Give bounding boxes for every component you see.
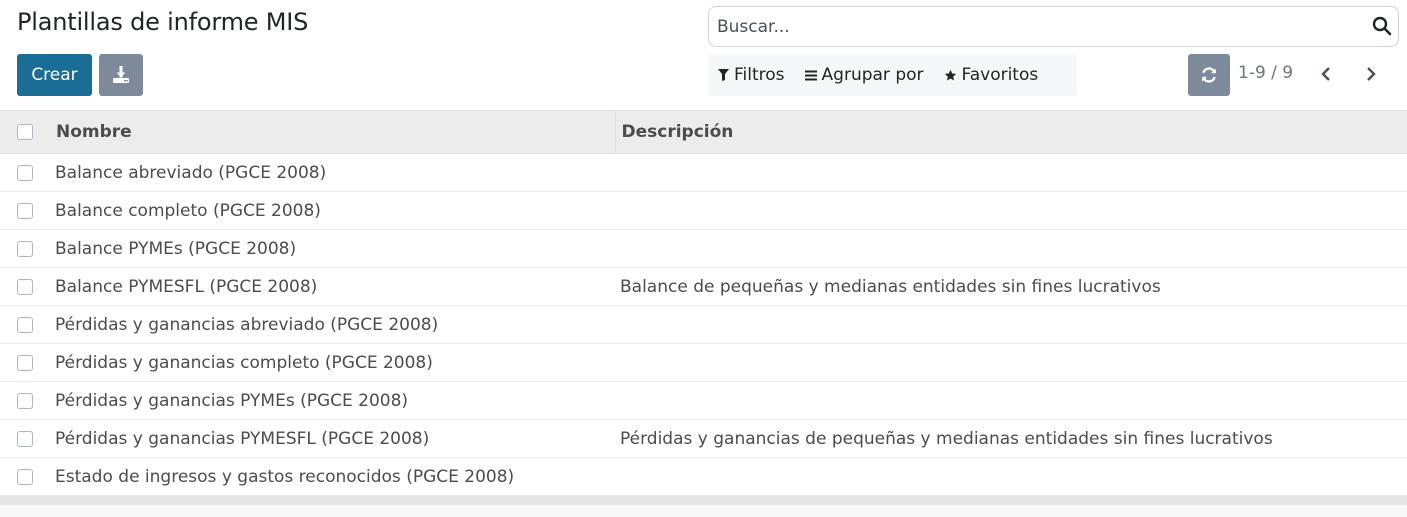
chevron-left-icon bbox=[1321, 67, 1330, 81]
table-footer bbox=[0, 495, 1407, 505]
filters-label: Filtros bbox=[734, 65, 785, 85]
row-checkbox[interactable] bbox=[17, 316, 33, 333]
row-checkbox[interactable] bbox=[17, 202, 33, 219]
table-row[interactable]: Balance PYMESFL (PGCE 2008) Balance de p… bbox=[0, 268, 1407, 306]
row-name: Balance PYMESFL (PGCE 2008) bbox=[55, 276, 318, 297]
group-by-label: Agrupar por bbox=[821, 65, 924, 85]
star-icon bbox=[944, 69, 956, 81]
table-header-row: Nombre Descripción bbox=[0, 110, 1407, 154]
page-title: Plantillas de informe MIS bbox=[17, 8, 309, 36]
group-by-toggle[interactable]: Agrupar por bbox=[795, 54, 934, 96]
row-checkbox[interactable] bbox=[17, 278, 33, 295]
column-header-name[interactable]: Nombre bbox=[50, 110, 615, 154]
chevron-right-icon bbox=[1367, 67, 1376, 81]
table-row[interactable]: Balance abreviado (PGCE 2008) bbox=[0, 154, 1407, 192]
row-description bbox=[615, 192, 1407, 230]
row-name: Balance abreviado (PGCE 2008) bbox=[55, 162, 327, 183]
row-description: Balance de pequeñas y medianas entidades… bbox=[620, 276, 1161, 297]
row-checkbox[interactable] bbox=[17, 164, 33, 181]
row-description: Pérdidas y ganancias de pequeñas y media… bbox=[620, 428, 1273, 449]
row-name: Pérdidas y ganancias PYMESFL (PGCE 2008) bbox=[55, 428, 430, 449]
table-row[interactable]: Balance PYMEs (PGCE 2008) bbox=[0, 230, 1407, 268]
row-checkbox[interactable] bbox=[17, 468, 33, 485]
bars-icon bbox=[804, 70, 817, 80]
table-row[interactable]: Pérdidas y ganancias abreviado (PGCE 200… bbox=[0, 306, 1407, 344]
search-icon[interactable] bbox=[1372, 16, 1392, 36]
search-options-bar: Filtros Agrupar por Favoritos bbox=[708, 54, 1077, 96]
row-name: Pérdidas y ganancias abreviado (PGCE 200… bbox=[55, 314, 439, 335]
select-all-checkbox[interactable] bbox=[17, 124, 33, 140]
filter-icon bbox=[718, 69, 729, 81]
row-select-cell bbox=[0, 420, 50, 458]
row-select-cell bbox=[0, 382, 50, 420]
pager-next-button[interactable] bbox=[1359, 62, 1383, 86]
row-description bbox=[615, 230, 1407, 268]
row-select-cell bbox=[0, 458, 50, 496]
download-icon bbox=[113, 66, 129, 83]
row-name: Balance PYMEs (PGCE 2008) bbox=[55, 238, 297, 259]
row-select-cell bbox=[0, 344, 50, 382]
search-box[interactable] bbox=[708, 6, 1399, 47]
row-checkbox[interactable] bbox=[17, 354, 33, 371]
row-name: Balance completo (PGCE 2008) bbox=[55, 200, 321, 221]
table-row[interactable]: Pérdidas y ganancias PYMEs (PGCE 2008) bbox=[0, 382, 1407, 420]
row-checkbox[interactable] bbox=[17, 240, 33, 257]
favorites-toggle[interactable]: Favoritos bbox=[934, 54, 1049, 96]
row-select-cell bbox=[0, 154, 50, 192]
row-name: Estado de ingresos y gastos reconocidos … bbox=[55, 466, 515, 487]
refresh-icon bbox=[1202, 67, 1216, 83]
row-description bbox=[615, 382, 1407, 420]
search-input[interactable] bbox=[717, 7, 1357, 46]
table-row[interactable]: Balance completo (PGCE 2008) bbox=[0, 192, 1407, 230]
pager-previous-button[interactable] bbox=[1314, 62, 1338, 86]
table-row[interactable]: Pérdidas y ganancias PYMESFL (PGCE 2008)… bbox=[0, 420, 1407, 458]
row-checkbox[interactable] bbox=[17, 430, 33, 447]
row-select-cell bbox=[0, 306, 50, 344]
favorites-label: Favoritos bbox=[961, 65, 1039, 85]
pager-value[interactable]: 1-9 / 9 bbox=[1238, 63, 1293, 83]
download-button[interactable] bbox=[99, 54, 143, 96]
page-background bbox=[0, 505, 1407, 517]
column-header-description[interactable]: Descripción bbox=[614, 110, 1407, 154]
refresh-button[interactable] bbox=[1188, 54, 1230, 96]
select-all-cell bbox=[0, 110, 50, 154]
table-row[interactable]: Pérdidas y ganancias completo (PGCE 2008… bbox=[0, 344, 1407, 382]
row-checkbox[interactable] bbox=[17, 392, 33, 409]
row-description bbox=[615, 344, 1407, 382]
templates-table: Nombre Descripción Balance abreviado (PG… bbox=[0, 110, 1407, 496]
row-select-cell bbox=[0, 192, 50, 230]
row-description bbox=[615, 306, 1407, 344]
row-name: Pérdidas y ganancias PYMEs (PGCE 2008) bbox=[55, 390, 409, 411]
row-description bbox=[615, 154, 1407, 192]
filters-toggle[interactable]: Filtros bbox=[708, 54, 795, 96]
row-select-cell bbox=[0, 268, 50, 306]
table-row[interactable]: Estado de ingresos y gastos reconocidos … bbox=[0, 458, 1407, 496]
row-name: Pérdidas y ganancias completo (PGCE 2008… bbox=[55, 352, 433, 373]
row-description bbox=[615, 458, 1407, 496]
create-button[interactable]: Crear bbox=[17, 54, 92, 96]
row-select-cell bbox=[0, 230, 50, 268]
